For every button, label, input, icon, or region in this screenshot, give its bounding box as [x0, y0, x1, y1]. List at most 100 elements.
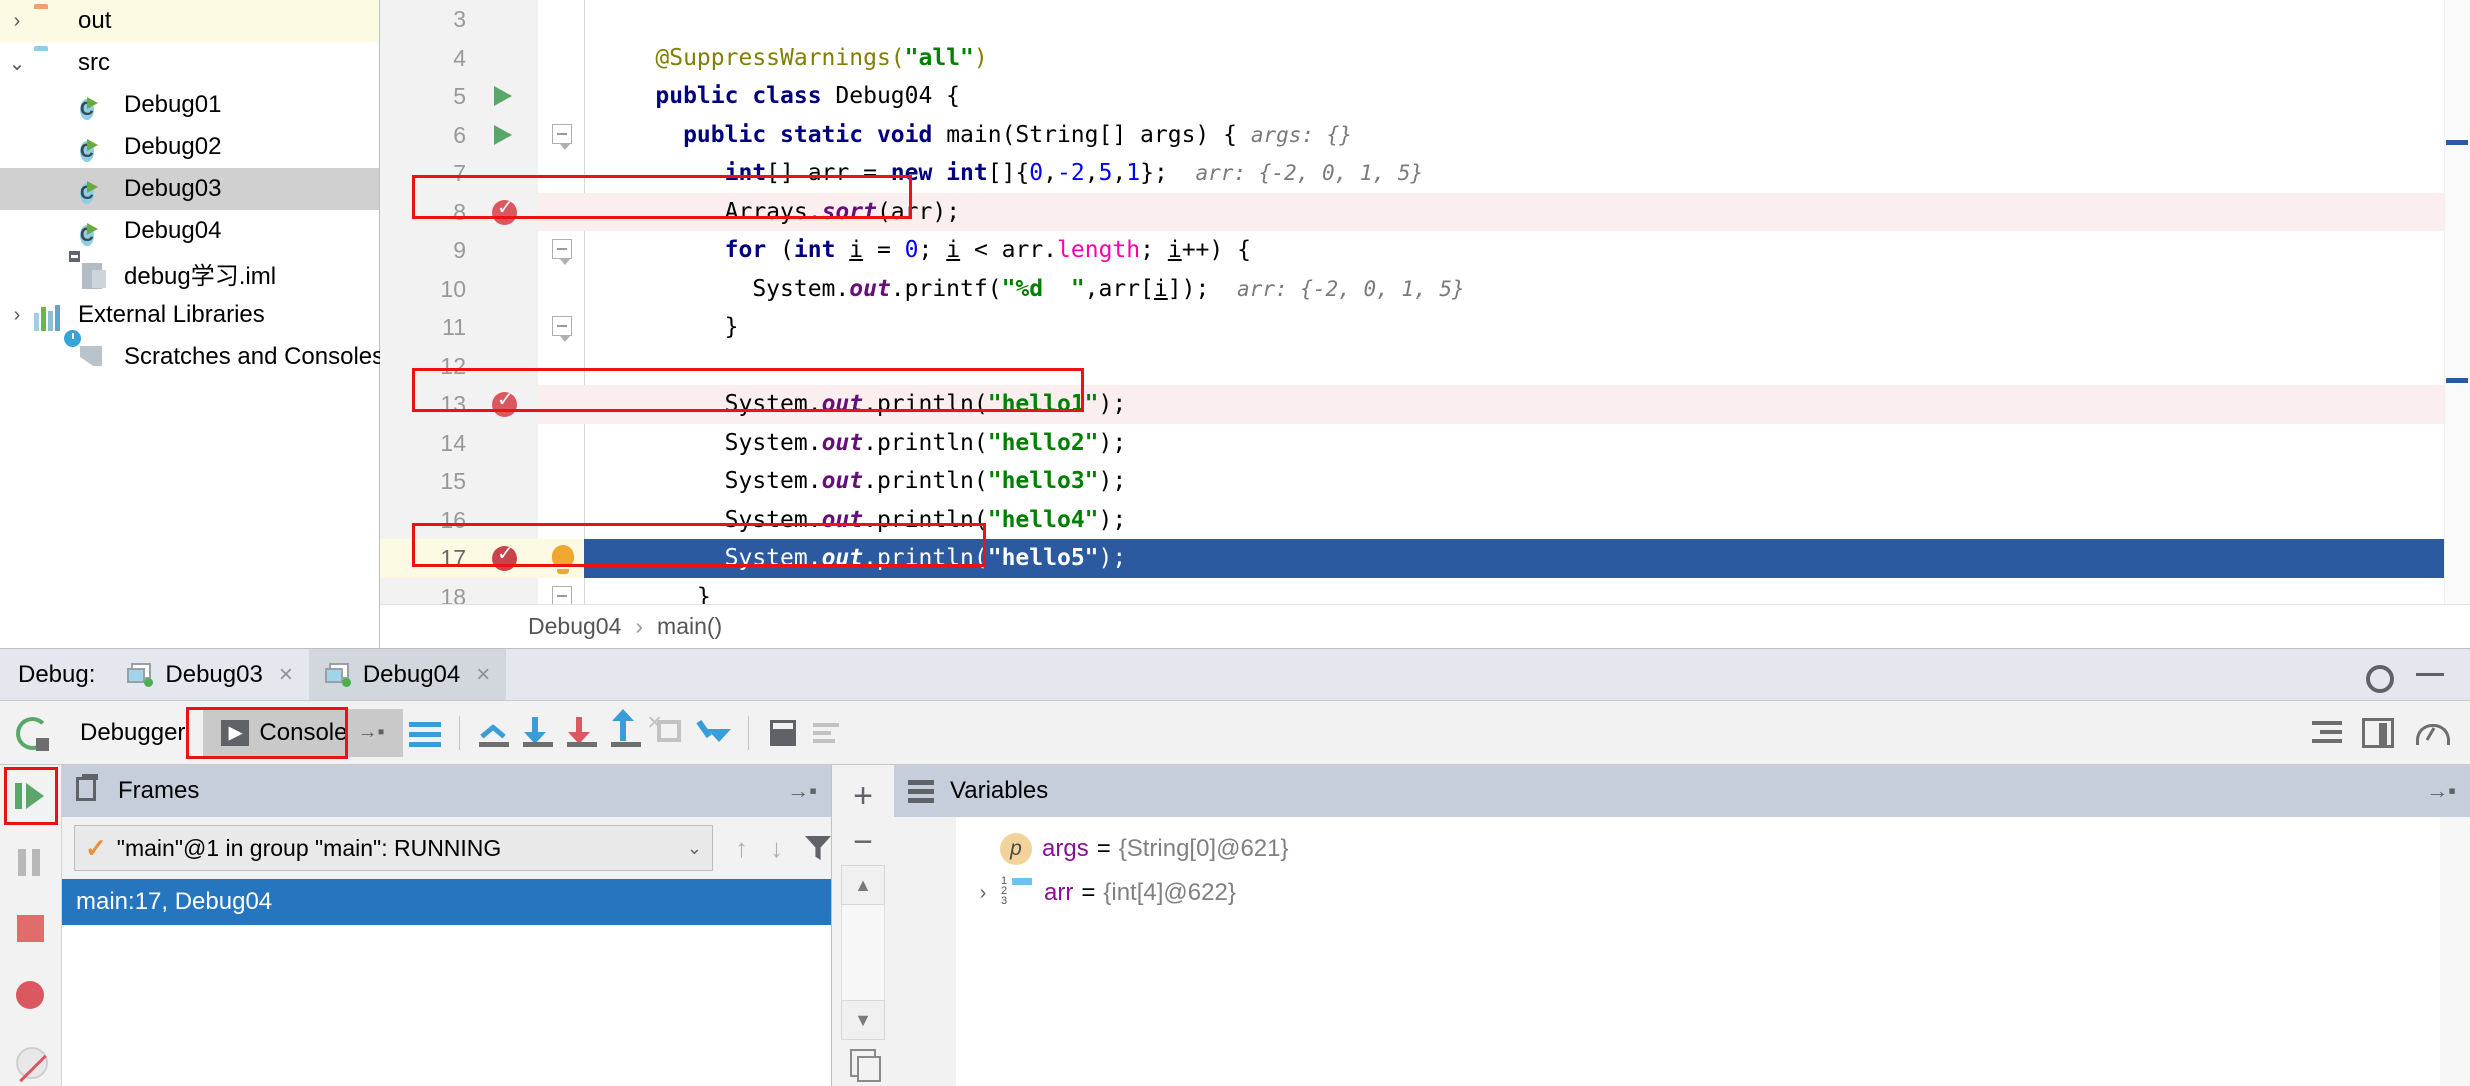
breadcrumb-method[interactable]: main() — [657, 613, 722, 640]
fold-area[interactable] — [538, 424, 584, 463]
chevron-down-icon[interactable]: ⌄ — [0, 51, 34, 76]
frame-down-button[interactable]: ↓ — [770, 833, 783, 864]
fold-area[interactable] — [538, 501, 584, 540]
split-view-icon[interactable] — [2362, 718, 2394, 748]
gutter-marker-area[interactable] — [480, 270, 538, 309]
code-text[interactable]: } — [584, 308, 2470, 347]
add-watch-button[interactable]: + — [840, 773, 886, 819]
step-over-button[interactable] — [472, 711, 516, 755]
code-line[interactable]: 9 for (int i = 0; i < arr.length; i++) { — [380, 231, 2470, 270]
fold-area[interactable] — [538, 347, 584, 386]
frame-list-item[interactable]: main:17, Debug04 — [62, 879, 831, 925]
fold-area[interactable] — [538, 385, 584, 424]
project-tree-sidebar[interactable]: › out ⌄ src C Debug01 C Debug02 — [0, 0, 380, 648]
tree-item-debug02[interactable]: C Debug02 — [0, 126, 379, 168]
thread-selector[interactable]: ✓ "main"@1 in group "main": RUNNING ⌄ — [74, 825, 713, 871]
code-text[interactable]: Arrays.sort(arr); — [584, 193, 2470, 232]
tree-item-debug01[interactable]: C Debug01 — [0, 84, 379, 126]
scroll-down-button[interactable]: ▼ — [841, 1000, 885, 1040]
code-line[interactable]: 6 public static void main(String[] args)… — [380, 116, 2470, 155]
code-line[interactable]: 15 System.out.println("hello3"); — [380, 462, 2470, 501]
code-text[interactable]: public class Debug04 { — [584, 77, 2470, 116]
tree-item-iml-file[interactable]: debug学习.iml — [0, 252, 379, 294]
fold-area[interactable] — [538, 231, 584, 270]
debug-session-tab-debug04[interactable]: Debug04 × — [309, 649, 506, 700]
layout-settings-icon[interactable] — [2308, 718, 2342, 748]
scrollbar-track[interactable] — [841, 905, 885, 1000]
code-text[interactable] — [584, 347, 2470, 386]
chevron-right-icon[interactable]: › — [0, 304, 34, 327]
tree-item-scratches-consoles[interactable]: Scratches and Consoles — [0, 336, 379, 378]
fold-collapse-icon[interactable] — [552, 124, 572, 144]
pin-icon[interactable]: →▪ — [357, 721, 384, 744]
code-text[interactable]: public static void main(String[] args) {… — [584, 116, 2470, 155]
gutter-marker-area[interactable] — [480, 77, 538, 116]
code-text[interactable]: System.out.printf("%d ",arr[i]); arr: {-… — [584, 270, 2470, 309]
run-to-cursor-button[interactable] — [692, 711, 736, 755]
variable-row-arr[interactable]: › 123 arr = {int[4]@622} — [956, 871, 2440, 915]
tab-console[interactable]: ▶ Console →▪ — [203, 709, 402, 757]
gutter-marker-area[interactable] — [480, 0, 538, 39]
code-line[interactable]: 4 @SuppressWarnings("all") — [380, 39, 2470, 78]
pin-icon[interactable]: →▪ — [2426, 778, 2456, 804]
code-text[interactable]: System.out.println("hello3"); — [584, 462, 2470, 501]
resume-program-button[interactable] — [9, 775, 53, 819]
force-step-into-button[interactable] — [560, 711, 604, 755]
pause-program-button[interactable] — [9, 841, 53, 885]
gutter-marker-area[interactable] — [480, 154, 538, 193]
tree-item-out[interactable]: › out — [0, 0, 379, 42]
fold-area[interactable] — [538, 308, 584, 347]
close-icon[interactable]: × — [279, 661, 293, 689]
step-out-button[interactable] — [604, 711, 648, 755]
fold-area[interactable] — [538, 39, 584, 78]
tree-item-src[interactable]: ⌄ src — [0, 42, 379, 84]
close-icon[interactable]: × — [476, 661, 490, 689]
tab-debugger[interactable]: Debugger — [62, 709, 203, 757]
variables-list[interactable]: p args = {String[0]@621} › 123 arr = {in… — [956, 817, 2440, 1086]
breakpoint-icon[interactable] — [492, 392, 517, 417]
fold-area[interactable] — [538, 0, 584, 39]
breakpoint-icon[interactable] — [492, 200, 517, 225]
gutter-marker-area[interactable] — [480, 39, 538, 78]
step-into-button[interactable] — [516, 711, 560, 755]
code-text[interactable]: System.out.println("hello1"); — [584, 385, 2470, 424]
fold-collapse-icon[interactable] — [552, 586, 572, 606]
fold-collapse-icon[interactable] — [552, 316, 572, 336]
view-breakpoints-button[interactable] — [9, 973, 53, 1017]
gear-icon[interactable] — [2362, 661, 2390, 689]
code-editor[interactable]: 3 4 @SuppressWarnings("all") 5 — [380, 0, 2470, 648]
code-text[interactable] — [584, 0, 2470, 39]
gutter-marker-area[interactable] — [480, 501, 538, 540]
run-method-icon[interactable] — [494, 125, 512, 145]
gutter-marker-area[interactable] — [480, 116, 538, 155]
gutter-marker-area[interactable] — [480, 193, 538, 232]
fold-collapse-icon[interactable] — [552, 239, 572, 259]
copy-icon[interactable] — [840, 1040, 886, 1086]
code-lines-area[interactable]: 3 4 @SuppressWarnings("all") 5 — [380, 0, 2470, 604]
gutter-marker-area[interactable] — [480, 385, 538, 424]
chevron-down-icon[interactable]: ⌄ — [687, 838, 702, 859]
code-text[interactable]: int[] arr = new int[]{0,-2,5,1}; arr: {-… — [584, 154, 2470, 193]
code-line[interactable]: 16 System.out.println("hello4"); — [380, 501, 2470, 540]
gutter-marker-area[interactable] — [480, 347, 538, 386]
frame-list[interactable]: main:17, Debug04 — [62, 879, 831, 1086]
scroll-up-button[interactable]: ▲ — [841, 865, 885, 905]
fold-area[interactable] — [538, 116, 584, 155]
code-text[interactable]: System.out.println("hello5"); — [584, 539, 2470, 578]
gutter-marker-area[interactable] — [480, 308, 538, 347]
code-text[interactable]: for (int i = 0; i < arr.length; i++) { — [584, 231, 2470, 270]
pin-icon[interactable]: →▪ — [787, 778, 817, 804]
fold-area[interactable] — [538, 539, 584, 578]
code-line[interactable]: 10 System.out.printf("%d ",arr[i]); arr:… — [380, 270, 2470, 309]
funnel-icon[interactable] — [805, 836, 831, 860]
code-line[interactable]: 7 int[] arr = new int[]{0,-2,5,1}; arr: … — [380, 154, 2470, 193]
code-line[interactable]: 11 } — [380, 308, 2470, 347]
code-line-executing[interactable]: 17 System.out.println("hello5"); — [380, 539, 2470, 578]
code-line[interactable]: 5 public class Debug04 { — [380, 77, 2470, 116]
code-line[interactable]: 3 — [380, 0, 2470, 39]
rerun-button[interactable] — [0, 701, 62, 764]
run-class-icon[interactable] — [494, 86, 512, 106]
tree-item-debug04[interactable]: C Debug04 — [0, 210, 379, 252]
breakpoint-icon[interactable] — [492, 546, 517, 571]
variable-row-args[interactable]: p args = {String[0]@621} — [956, 827, 2440, 871]
